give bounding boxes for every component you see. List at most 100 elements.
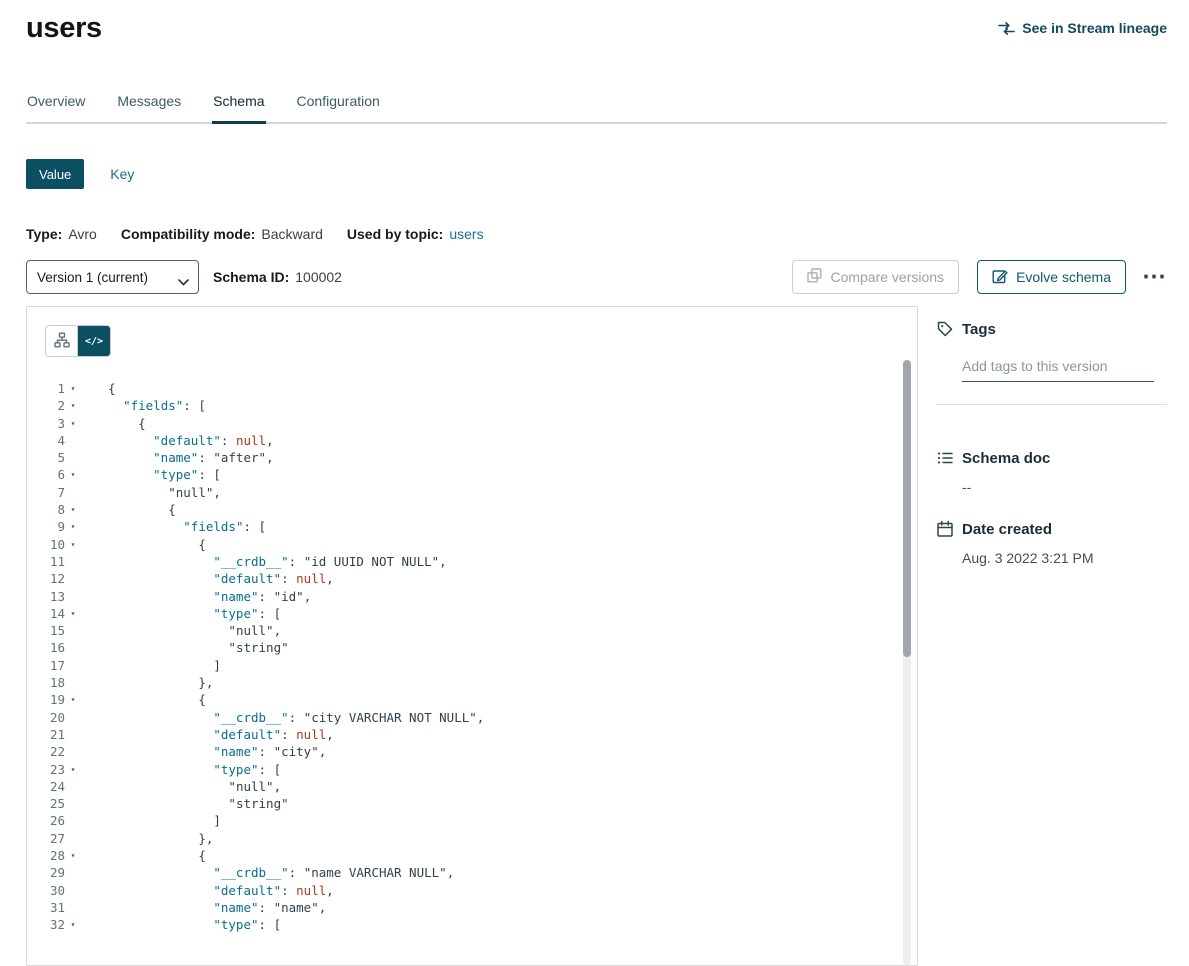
fold-toggle-icon[interactable]: ▾ <box>65 691 81 708</box>
page-title: users <box>26 12 102 45</box>
code-line: 29 "__crdb__": "name VARCHAR NULL", <box>27 864 917 881</box>
fold-gutter-spacer <box>65 674 81 691</box>
line-number: 25 <box>27 795 65 812</box>
fold-gutter-spacer <box>65 743 81 760</box>
date-created-value: Aug. 3 2022 3:21 PM <box>962 550 1167 566</box>
line-number: 28 <box>27 847 65 864</box>
stream-lineage-link[interactable]: See in Stream lineage <box>998 20 1167 36</box>
fold-gutter-spacer <box>65 484 81 501</box>
fold-toggle-icon[interactable]: ▾ <box>65 916 81 933</box>
code-line: 24 "null", <box>27 778 917 795</box>
editor-scrollbar-thumb[interactable] <box>903 360 911 657</box>
fold-toggle-icon[interactable]: ▾ <box>65 380 81 397</box>
tab-overview[interactable]: Overview <box>26 75 86 122</box>
evolve-schema-button[interactable]: Evolve schema <box>977 260 1126 294</box>
schema-type: Type: Avro <box>26 226 97 242</box>
code-text: { <box>81 501 176 518</box>
code-text: "string" <box>81 639 289 656</box>
code-text: { <box>81 847 206 864</box>
code-view-button[interactable]: </> <box>78 326 110 356</box>
code-line: 2▾ "fields": [ <box>27 397 917 414</box>
tab-schema[interactable]: Schema <box>212 75 265 122</box>
code-line: 12 "default": null, <box>27 570 917 587</box>
schema-action-row: Version 1 (current) Schema ID: 100002 Co… <box>26 260 1167 294</box>
fold-gutter-spacer <box>65 639 81 656</box>
line-number: 5 <box>27 449 65 466</box>
line-number: 12 <box>27 570 65 587</box>
code-text: "name": "after", <box>81 449 274 466</box>
topic-label: Used by topic: <box>347 226 443 242</box>
add-tags-input[interactable] <box>962 355 1154 382</box>
stream-lineage-label: See in Stream lineage <box>1022 20 1167 36</box>
evolve-schema-label: Evolve schema <box>1016 269 1111 285</box>
code-line: 14▾ "type": [ <box>27 605 917 622</box>
code-text: "type": [ <box>81 761 281 778</box>
more-options-button[interactable]: ⋯ <box>1142 267 1167 287</box>
key-toggle-button[interactable]: Key <box>110 166 134 182</box>
page-header: users See in Stream lineage <box>0 0 1189 45</box>
calendar-icon <box>936 520 954 538</box>
schema-doc-heading: Schema doc <box>936 449 1167 467</box>
fold-toggle-icon[interactable]: ▾ <box>65 397 81 414</box>
code-text: "type": [ <box>81 466 221 483</box>
code-text: { <box>81 691 206 708</box>
code-text: ] <box>81 812 221 829</box>
code-text: "null", <box>81 484 221 501</box>
fold-gutter-spacer <box>65 830 81 847</box>
code-text: { <box>81 415 146 432</box>
fold-toggle-icon[interactable]: ▾ <box>65 466 81 483</box>
fold-toggle-icon[interactable]: ▾ <box>65 847 81 864</box>
line-number: 16 <box>27 639 65 656</box>
date-created-title: Date created <box>962 521 1052 538</box>
tags-section: Tags <box>936 320 1167 405</box>
code-line: 7 "null", <box>27 484 917 501</box>
value-toggle-button[interactable]: Value <box>26 159 84 189</box>
fold-gutter-spacer <box>65 812 81 829</box>
code-line: 23▾ "type": [ <box>27 761 917 778</box>
editor-view-toggle: </> <box>45 325 111 357</box>
code-text: { <box>81 380 116 397</box>
tab-messages[interactable]: Messages <box>116 75 182 122</box>
editor-scrollbar-track[interactable] <box>903 360 911 965</box>
line-number: 7 <box>27 484 65 501</box>
line-number: 11 <box>27 553 65 570</box>
fold-gutter-spacer <box>65 657 81 674</box>
code-line: 15 "null", <box>27 622 917 639</box>
fold-toggle-icon[interactable]: ▾ <box>65 415 81 432</box>
code-line: 8▾ { <box>27 501 917 518</box>
fold-toggle-icon[interactable]: ▾ <box>65 501 81 518</box>
line-number: 15 <box>27 622 65 639</box>
code-text: "type": [ <box>81 916 281 933</box>
fold-toggle-icon[interactable]: ▾ <box>65 536 81 553</box>
sidebar-divider <box>936 404 1167 405</box>
tree-view-button[interactable] <box>46 326 78 356</box>
compare-versions-button[interactable]: Compare versions <box>792 260 959 294</box>
code-line: 20 "__crdb__": "city VARCHAR NOT NULL", <box>27 709 917 726</box>
line-number: 10 <box>27 536 65 553</box>
schema-main: </> 1▾{2▾ "fields": [3▾ {4 "default": nu… <box>26 306 1167 966</box>
topic-link[interactable]: users <box>449 226 483 242</box>
code-line: 26 ] <box>27 812 917 829</box>
type-value: Avro <box>68 226 97 242</box>
code-text: "__crdb__": "id UUID NOT NULL", <box>81 553 447 570</box>
code-text: "null", <box>81 622 281 639</box>
fold-toggle-icon[interactable]: ▾ <box>65 761 81 778</box>
fold-toggle-icon[interactable]: ▾ <box>65 518 81 535</box>
code-line: 17 ] <box>27 657 917 674</box>
version-select-wrap: Version 1 (current) <box>26 260 199 294</box>
code-text: "name": "name", <box>81 899 326 916</box>
code-line: 25 "string" <box>27 795 917 812</box>
tab-configuration[interactable]: Configuration <box>296 75 381 122</box>
schema-id-label: Schema ID: <box>213 269 289 285</box>
code-line: 3▾ { <box>27 415 917 432</box>
code-text: "default": null, <box>81 726 334 743</box>
fold-gutter-spacer <box>65 588 81 605</box>
schema-editor-panel: </> 1▾{2▾ "fields": [3▾ {4 "default": nu… <box>26 306 918 966</box>
fold-toggle-icon[interactable]: ▾ <box>65 605 81 622</box>
schema-sidebar: Tags Schema doc -- <box>936 306 1167 566</box>
code-text: "default": null, <box>81 882 334 899</box>
fold-gutter-spacer <box>65 449 81 466</box>
version-select[interactable]: Version 1 (current) <box>26 260 199 294</box>
code-text: "fields": [ <box>81 397 206 414</box>
fold-gutter-spacer <box>65 795 81 812</box>
